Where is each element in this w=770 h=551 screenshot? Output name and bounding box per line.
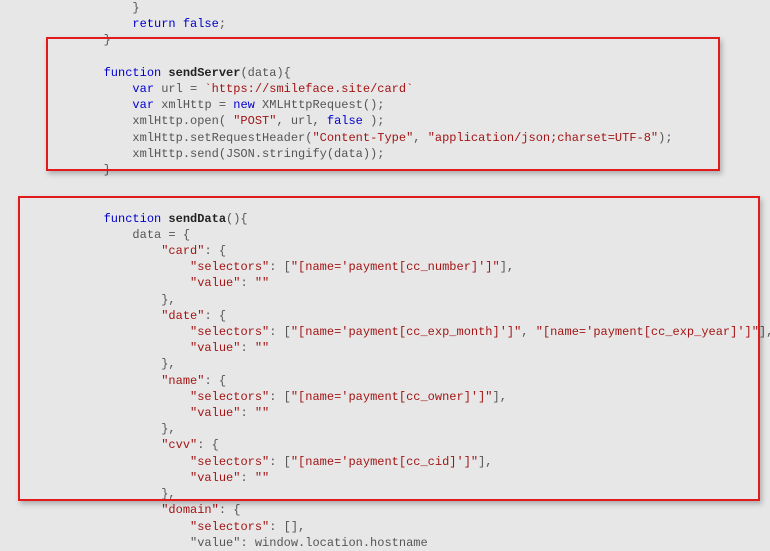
code-block: } return false; } function sendServer(da… — [46, 0, 770, 551]
function-name-sendServer: sendServer — [168, 66, 240, 80]
url-literal: `https://smileface.site/card` — [204, 82, 413, 96]
function-name-sendData: sendData — [168, 212, 226, 226]
